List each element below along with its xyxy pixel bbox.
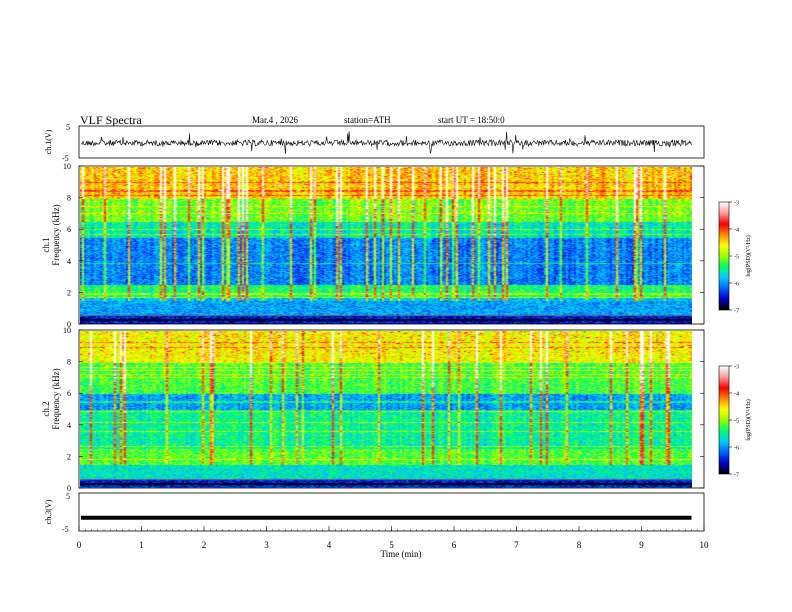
colorbar-tick-label: -7 (734, 309, 739, 315)
ch2-colorbar-ticks: -3 -4 -5 -6 -7 (729, 365, 739, 479)
colorbar-tick-label: -3 (734, 201, 739, 207)
xtick-label: 2 (202, 540, 207, 550)
ytick-label: 6 (67, 225, 71, 234)
xtick-label: 9 (639, 540, 644, 550)
colorbar-tick-label: -5 (734, 419, 739, 425)
ch2-colorbar: -3 -4 -5 -6 -7 log(PSD)(V²/Hz) (718, 365, 752, 479)
xtick-label: 7 (514, 540, 519, 550)
ch1-colorbar-image (719, 202, 729, 310)
ch2-spec-channel-label: ch.2 (41, 401, 51, 416)
colorbar-tick-label: -5 (734, 255, 739, 261)
xtick-label: 8 (577, 540, 582, 550)
colorbar-tick-label: -3 (734, 365, 739, 371)
ch2-spectrogram-image (80, 331, 692, 488)
ch3-wave-ytick-bottom: -5 (62, 525, 69, 534)
ch2-colorbar-image (719, 366, 729, 474)
ch3-wave-ylabel: ch.3(V) (44, 499, 53, 524)
ytick-label: 8 (67, 194, 71, 203)
ch2-colorbar-label: log(PSD)(V²/Hz) (745, 399, 752, 440)
ch1-colorbar: -3 -4 -5 -6 -7 log(PSD)(V²/Hz) (718, 201, 752, 315)
xtick-label: 1 (139, 540, 144, 550)
ch1-spec-ylabel: Frequency (kHz) (51, 204, 61, 265)
xtick-label: 0 (77, 540, 82, 550)
ytick-label: 2 (67, 288, 71, 297)
xtick-label: 4 (327, 540, 332, 550)
vlf-figure: 5 -5 ch.1(V) 0 2 4 6 8 10 ch.1 Frequency (kHz… (41, 123, 752, 559)
ch3-waveform-frame (78, 492, 705, 532)
ch1-spec-channel-label: ch.1 (41, 237, 51, 252)
ch2-spec-ylabel: Frequency (kHz) (51, 368, 61, 429)
colorbar-tick-label: -4 (734, 228, 739, 234)
xtick-label: 3 (264, 540, 269, 550)
ytick-label: 10 (63, 326, 71, 335)
time-axis-label: Time (min) (381, 549, 422, 559)
colorbar-tick-label: -4 (734, 392, 739, 398)
colorbar-tick-label: -6 (734, 446, 739, 452)
ch1-wave-ytick-top: 5 (66, 123, 70, 132)
ch1-wave-ylabel: ch.1(V) (44, 129, 53, 154)
ytick-label: 4 (67, 421, 71, 430)
ch3-waveform-panel: 5 -5 ch.3(V) (44, 492, 705, 534)
colorbar-tick-label: -6 (734, 282, 739, 288)
ch2-spectrogram-panel: 0246810 ch.2 Frequency (kHz) (41, 326, 705, 493)
xtick-label: 6 (452, 540, 457, 550)
ytick-label: 10 (63, 162, 71, 171)
ytick-label: 4 (67, 257, 71, 266)
ch1-spectrogram-panel: 0246810 ch.1 Frequency (kHz) (41, 162, 705, 329)
ytick-label: 8 (67, 358, 71, 367)
colorbar-tick-label: -7 (734, 473, 739, 479)
xtick-label: 10 (700, 540, 710, 550)
ch1-waveform-panel: 5 -5 ch.1(V) (44, 123, 705, 163)
ch1-colorbar-label: log(PSD)(V²/Hz) (745, 235, 752, 276)
ch1-colorbar-ticks: -3 -4 -5 -6 -7 (729, 201, 739, 315)
ch3-wave-ytick-top: 5 (66, 492, 70, 501)
ch1-spectrogram-image (80, 167, 692, 324)
ytick-label: 6 (67, 389, 71, 398)
ytick-label: 2 (67, 452, 71, 461)
